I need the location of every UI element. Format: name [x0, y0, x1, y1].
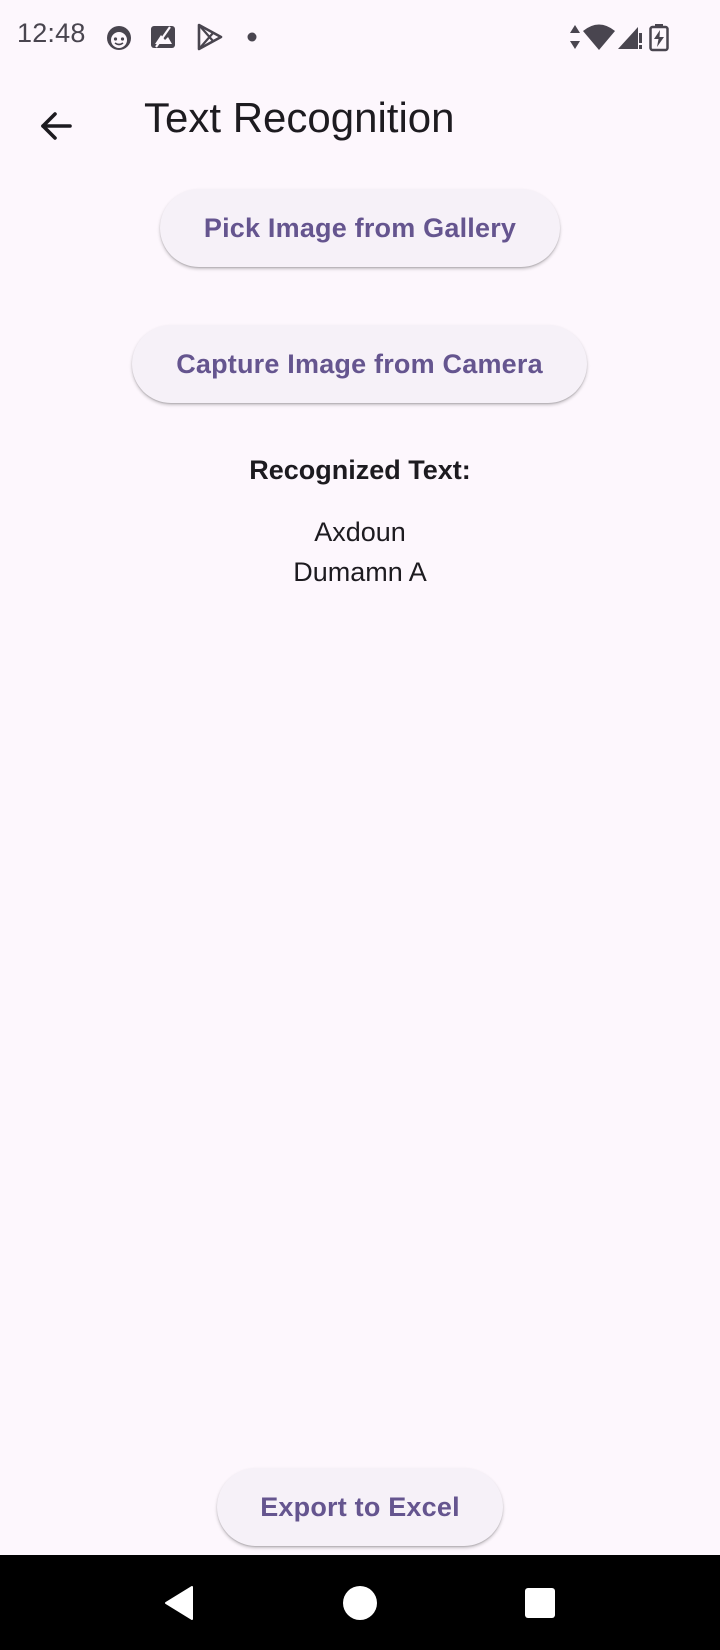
status-bar: 12:48	[0, 0, 720, 74]
recents-square-icon	[525, 1588, 555, 1618]
page-title: Text Recognition	[144, 94, 455, 141]
pick-image-gallery-button[interactable]: Pick Image from Gallery	[160, 189, 560, 267]
app-bar: Text Recognition	[0, 74, 720, 174]
nav-recents-button[interactable]	[512, 1575, 568, 1631]
back-button[interactable]	[28, 98, 84, 154]
recognized-text-line: Dumamn A	[293, 557, 427, 587]
play-store-icon	[194, 22, 224, 52]
photo-icon	[148, 22, 178, 52]
home-circle-icon	[343, 1586, 377, 1620]
recognized-text-heading: Recognized Text:	[249, 455, 471, 485]
battery-charging-icon	[648, 22, 670, 52]
recognized-text-line: Axdoun	[314, 517, 406, 547]
recognized-text-output: Axdoun Dumamn A	[0, 512, 720, 592]
nav-back-button[interactable]	[152, 1575, 208, 1631]
wifi-icon	[582, 22, 616, 52]
cell-signal-icon	[616, 22, 644, 52]
back-triangle-icon	[165, 1586, 193, 1620]
system-nav-bar	[0, 1555, 720, 1650]
status-time: 12:48	[17, 18, 86, 48]
arrow-back-icon	[41, 112, 72, 140]
export-to-excel-button[interactable]: Export to Excel	[217, 1468, 503, 1546]
capture-image-camera-button[interactable]: Capture Image from Camera	[132, 325, 587, 403]
face-icon	[104, 22, 134, 52]
nav-home-button[interactable]	[332, 1575, 388, 1631]
data-arrows-icon	[568, 22, 582, 52]
dot-icon	[237, 22, 267, 52]
